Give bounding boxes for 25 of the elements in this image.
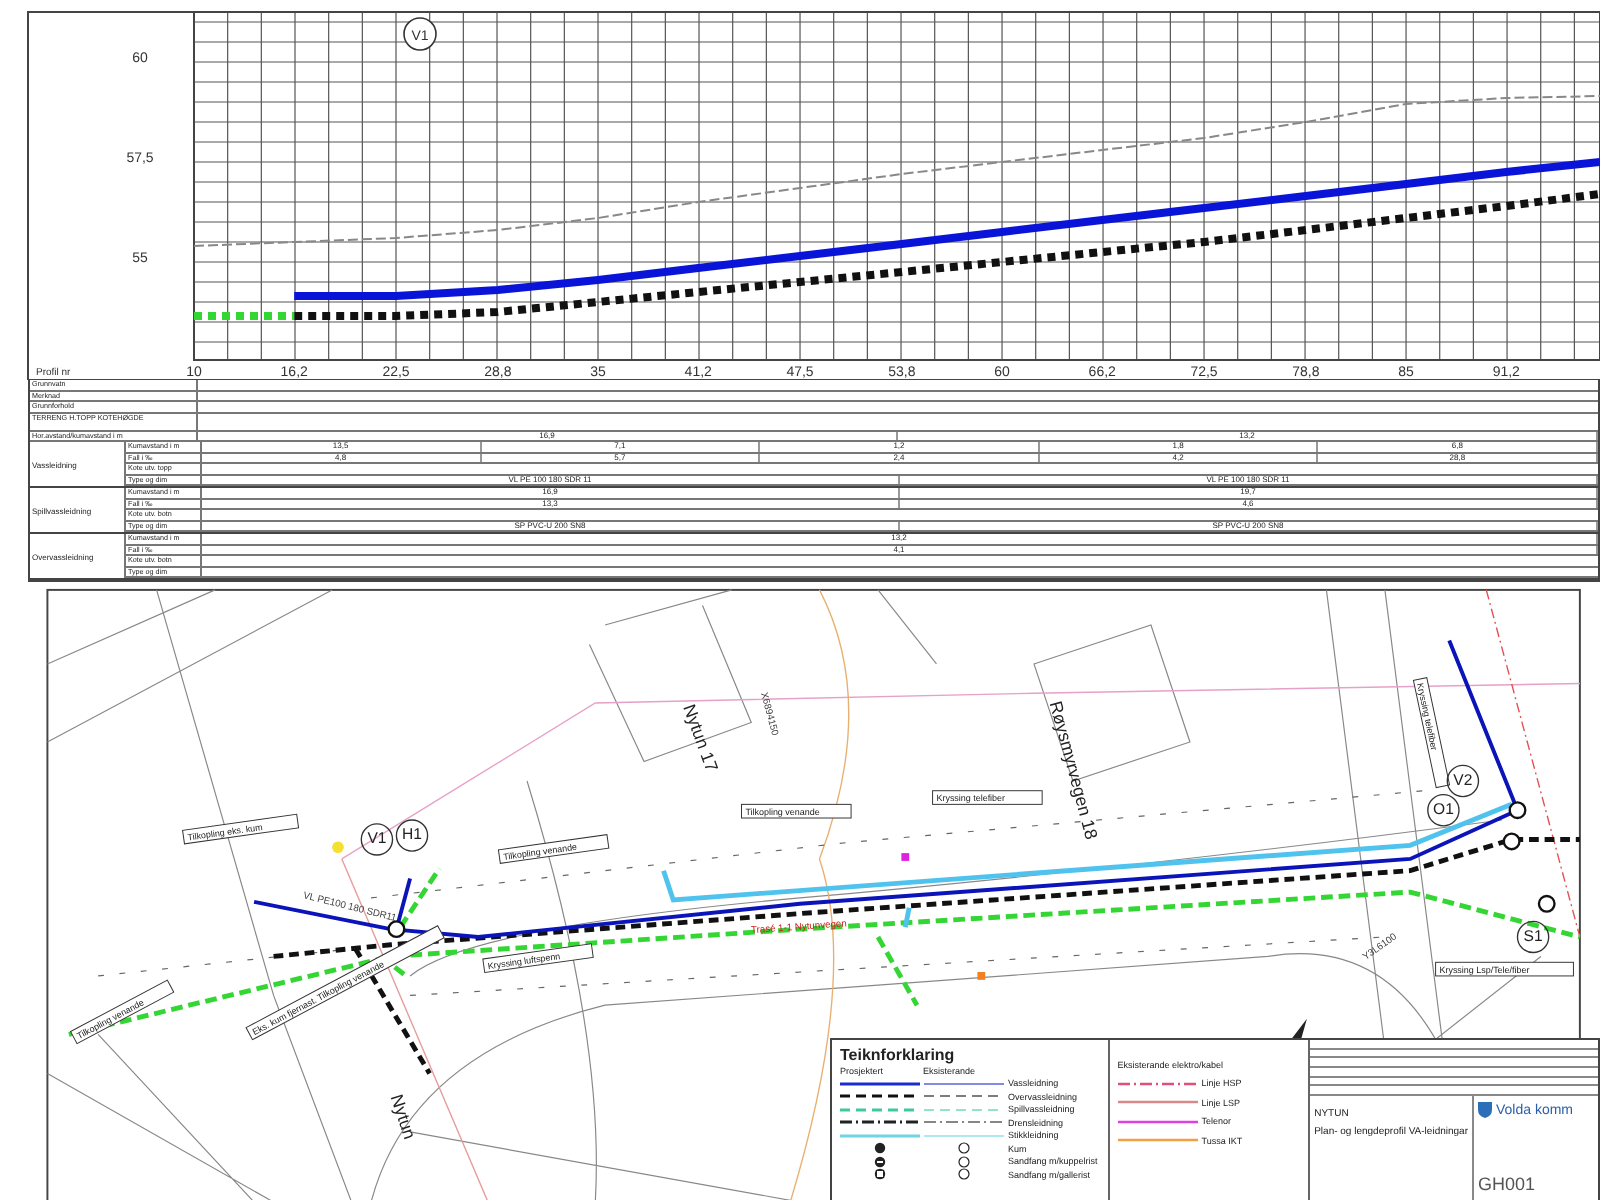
node-circle xyxy=(1516,920,1550,954)
telecom-point-marker xyxy=(901,853,910,861)
node-label: S1 xyxy=(1523,926,1543,945)
node-label: V1 xyxy=(367,829,387,848)
node-circle xyxy=(395,819,429,852)
node-label: O1 xyxy=(1433,800,1454,819)
manhole-symbol xyxy=(1537,894,1556,913)
node-circle xyxy=(1446,764,1480,798)
cable-point-marker xyxy=(977,972,986,980)
building-label: Nytun 17 xyxy=(679,701,723,775)
shield-icon xyxy=(1478,1102,1492,1118)
line-sample-icon xyxy=(924,1105,1004,1114)
node-circle xyxy=(1427,793,1460,827)
line-sample-icon xyxy=(924,1118,1004,1127)
manhole-symbol xyxy=(387,920,406,939)
line-sample-icon xyxy=(924,1079,1004,1088)
legend-title: Teiknforklaring xyxy=(840,1046,957,1064)
line-sample-icon xyxy=(924,1092,1004,1101)
node-label: V2 xyxy=(1453,770,1473,789)
line-sample-icon xyxy=(924,1131,1004,1140)
node-circle xyxy=(360,823,394,856)
drawing-number: GH001 xyxy=(1478,1174,1538,1194)
street-label: Nytun xyxy=(386,1091,420,1142)
node-label: H1 xyxy=(402,825,422,844)
survey-point-marker xyxy=(332,841,344,854)
